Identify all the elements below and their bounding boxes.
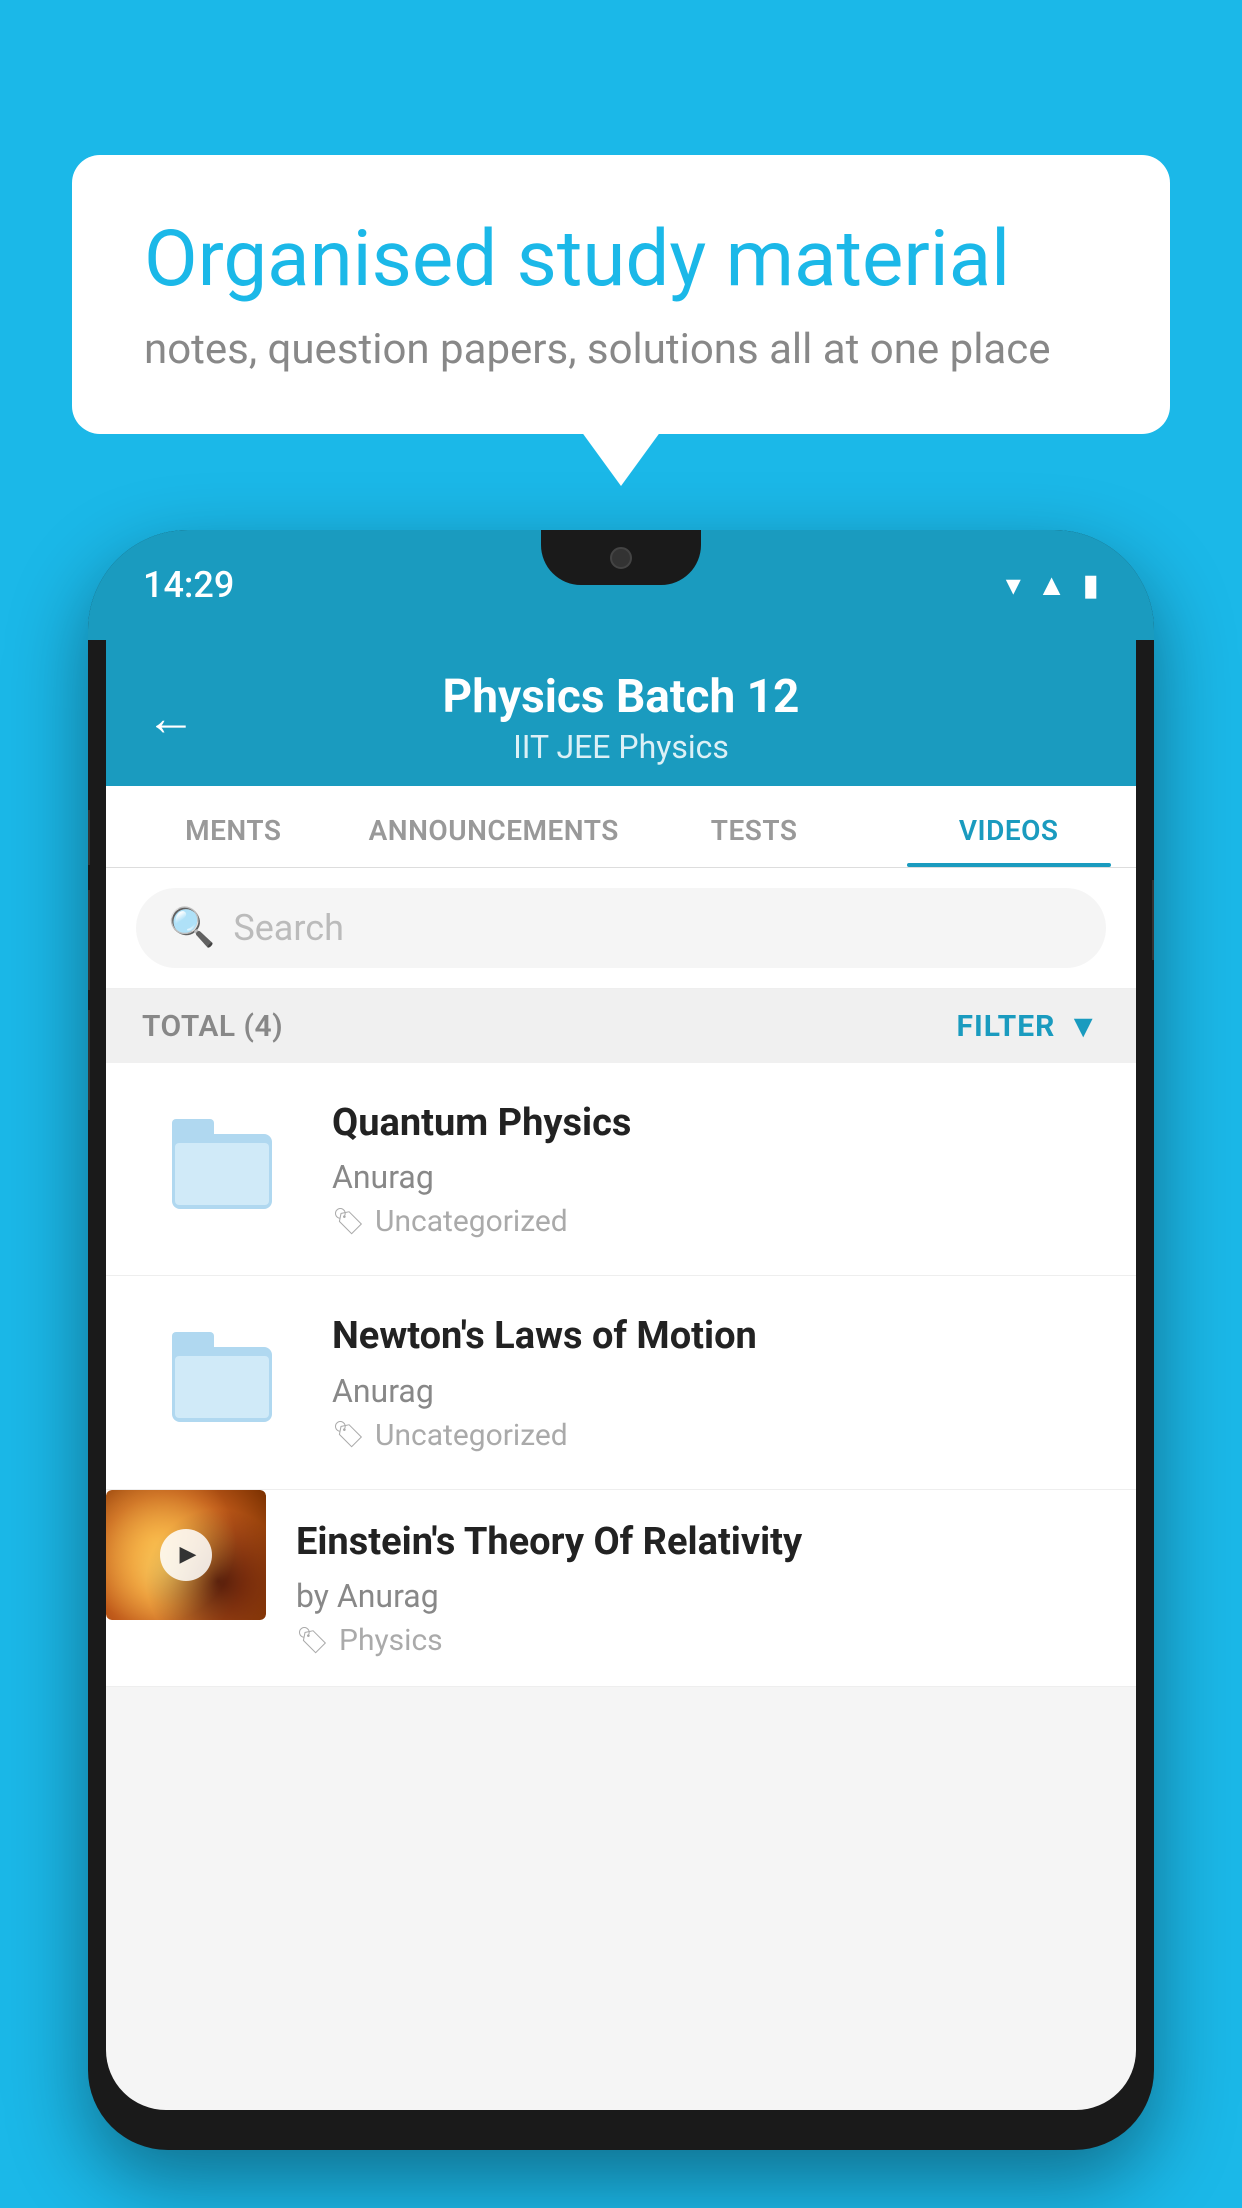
status-time: 14:29 — [143, 564, 234, 606]
list-item[interactable]: ▶ Einstein's Theory Of Relativity by Anu… — [106, 1490, 1136, 1687]
volume-down-button — [88, 890, 90, 990]
video-tag-row-3: 🏷 Physics — [296, 1623, 1116, 1658]
search-bar[interactable]: 🔍 Search — [136, 888, 1106, 968]
app-screen: ← Physics Batch 12 IIT JEE Physics MENTS… — [106, 640, 1136, 2110]
front-camera — [610, 547, 632, 569]
filter-label: FILTER — [957, 1009, 1056, 1044]
back-button[interactable]: ← — [146, 689, 196, 748]
video-title-3: Einstein's Theory Of Relativity — [296, 1518, 1116, 1567]
item-meta-2: Newton's Laws of Motion Anurag 🏷 Uncateg… — [332, 1312, 1100, 1452]
video-author-3: by Anurag — [296, 1577, 1116, 1615]
item-thumbnail-2 — [142, 1312, 302, 1442]
filter-row: TOTAL (4) FILTER ▼ — [106, 989, 1136, 1063]
video-list: Quantum Physics Anurag 🏷 Uncategorized — [106, 1063, 1136, 1687]
battery-icon: ▮ — [1082, 568, 1099, 603]
status-bar: 14:29 ▾ ▲ ▮ — [88, 530, 1154, 640]
list-item[interactable]: Quantum Physics Anurag 🏷 Uncategorized — [106, 1063, 1136, 1276]
toolbar-title-block: Physics Batch 12 IIT JEE Physics — [226, 670, 1016, 766]
search-container: 🔍 Search — [106, 868, 1136, 989]
filter-button[interactable]: FILTER ▼ — [957, 1007, 1101, 1045]
speech-bubble-section: Organised study material notes, question… — [72, 155, 1170, 434]
video-author-1: Anurag — [332, 1158, 1100, 1196]
tab-announcements[interactable]: ANNOUNCEMENTS — [361, 786, 627, 867]
notch — [541, 530, 701, 585]
toolbar-title: Physics Batch 12 — [226, 670, 1016, 724]
play-button[interactable]: ▶ — [160, 1529, 212, 1581]
tab-ments[interactable]: MENTS — [106, 786, 361, 867]
tag-icon-1: 🏷 — [332, 1207, 365, 1237]
bubble-title: Organised study material — [144, 215, 1098, 305]
search-icon: 🔍 — [168, 906, 215, 950]
video-tag-row-2: 🏷 Uncategorized — [332, 1418, 1100, 1453]
phone-mockup: 14:29 ▾ ▲ ▮ ← Physics Batch 12 IIT JEE P… — [88, 530, 1154, 2208]
tag-label-3: Physics — [339, 1623, 443, 1658]
tag-label-2: Uncategorized — [375, 1418, 568, 1453]
power-button — [1152, 880, 1154, 960]
list-item[interactable]: Newton's Laws of Motion Anurag 🏷 Uncateg… — [106, 1276, 1136, 1489]
signal-icon: ▲ — [1037, 568, 1067, 603]
item-thumbnail-1 — [142, 1099, 302, 1229]
volume-up-button — [88, 810, 90, 865]
speech-bubble: Organised study material notes, question… — [72, 155, 1170, 434]
wifi-icon: ▾ — [1006, 568, 1021, 603]
folder-icon — [172, 1332, 272, 1422]
bubble-subtitle: notes, question papers, solutions all at… — [144, 325, 1098, 374]
item-thumbnail-3: ▶ — [106, 1490, 266, 1620]
toolbar-subtitle: IIT JEE Physics — [226, 728, 1016, 766]
tabs-bar: MENTS ANNOUNCEMENTS TESTS VIDEOS — [106, 786, 1136, 868]
video-title-1: Quantum Physics — [332, 1099, 1100, 1148]
total-count: TOTAL (4) — [142, 1009, 283, 1044]
status-icons: ▾ ▲ ▮ — [1006, 568, 1099, 603]
tag-icon-3: 🏷 — [296, 1626, 329, 1656]
video-title-2: Newton's Laws of Motion — [332, 1312, 1100, 1361]
tab-tests[interactable]: TESTS — [627, 786, 882, 867]
tag-icon-2: 🏷 — [332, 1420, 365, 1450]
filter-icon: ▼ — [1067, 1007, 1100, 1045]
item-meta-1: Quantum Physics Anurag 🏷 Uncategorized — [332, 1099, 1100, 1239]
search-placeholder: Search — [233, 907, 344, 949]
silent-button — [88, 1010, 90, 1110]
item-meta-3: Einstein's Theory Of Relativity by Anura… — [296, 1490, 1136, 1686]
app-toolbar: ← Physics Batch 12 IIT JEE Physics — [106, 640, 1136, 786]
tab-videos[interactable]: VIDEOS — [881, 786, 1136, 867]
video-tag-row-1: 🏷 Uncategorized — [332, 1204, 1100, 1239]
tag-label-1: Uncategorized — [375, 1204, 568, 1239]
video-author-2: Anurag — [332, 1372, 1100, 1410]
folder-icon — [172, 1119, 272, 1209]
phone-frame: 14:29 ▾ ▲ ▮ ← Physics Batch 12 IIT JEE P… — [88, 530, 1154, 2150]
